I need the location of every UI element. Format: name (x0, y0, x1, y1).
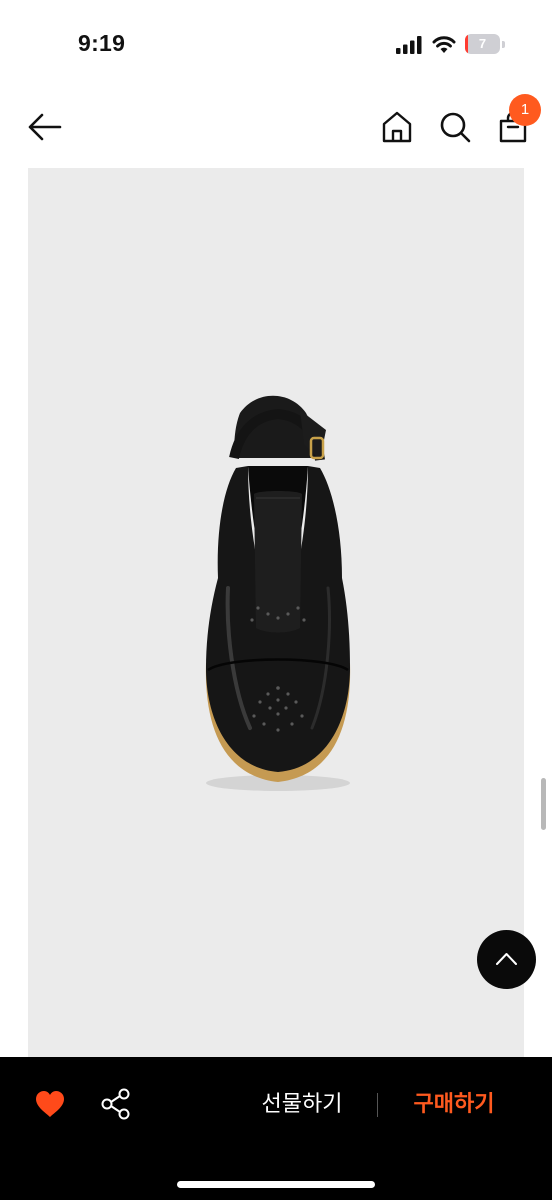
battery-level-text: 7 (478, 36, 487, 51)
product-image[interactable] (28, 168, 524, 1057)
wifi-icon (432, 36, 456, 53)
home-indicator (177, 1181, 375, 1188)
buy-button[interactable]: 구매하기 (402, 1085, 506, 1125)
scroll-top-button[interactable] (477, 930, 536, 989)
signal-icon (396, 36, 422, 54)
status-bar: 9:19 7 (0, 0, 552, 90)
status-time: 9:19 (78, 30, 126, 56)
top-nav (0, 90, 552, 166)
cart-badge: 1 (509, 94, 541, 126)
shoe-icon (205, 395, 351, 791)
bottom-bar: 선물하기 구매하기 (0, 1057, 552, 1200)
battery-icon: 7 (465, 34, 505, 54)
heart-icon[interactable] (34, 1089, 66, 1119)
back-arrow-icon[interactable] (24, 110, 64, 144)
gift-button[interactable]: 선물하기 (252, 1085, 352, 1125)
scroll-indicator[interactable] (541, 778, 546, 830)
search-icon[interactable] (436, 108, 474, 146)
share-icon[interactable] (100, 1087, 132, 1121)
chevron-up-icon (496, 953, 517, 965)
home-icon[interactable] (378, 108, 416, 146)
bar-divider (377, 1093, 378, 1117)
